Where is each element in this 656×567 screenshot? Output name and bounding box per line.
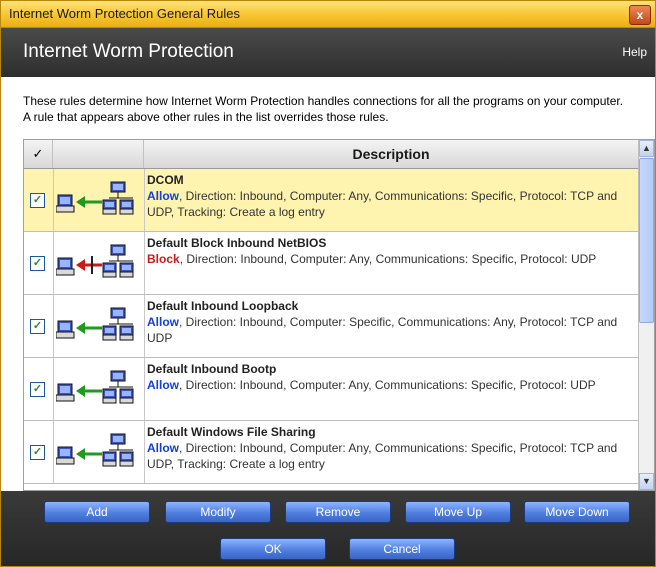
rule-name: Default Block Inbound NetBIOS [147, 236, 327, 250]
rule-details: , Direction: Inbound, Computer: Any, Com… [147, 189, 618, 219]
rule-description: DCOM Allow, Direction: Inbound, Computer… [147, 172, 635, 220]
rule-name: Default Inbound Bootp [147, 362, 277, 376]
rule-enabled-checkbox[interactable]: ✓ [30, 193, 45, 208]
table-header: ✓ Description [24, 140, 638, 169]
rule-action: Allow [147, 315, 179, 329]
rule-enabled-checkbox[interactable]: ✓ [30, 382, 45, 397]
remove-button[interactable]: Remove [285, 501, 391, 523]
table-row[interactable]: ✓ [24, 421, 638, 484]
close-button[interactable]: x [629, 5, 651, 25]
rules-list: ✓ DCOM Allow, Direction: Inbound, Comput… [24, 169, 638, 484]
allow-inbound-icon [53, 421, 145, 483]
rule-details: , Direction: Inbound, Computer: Any, Com… [179, 252, 597, 266]
scroll-down-arrow-icon[interactable]: ▼ [639, 473, 654, 490]
help-link[interactable]: Help [622, 45, 647, 59]
table-row[interactable]: ✓ [24, 295, 638, 358]
table-row[interactable]: ✓ [24, 358, 638, 421]
cancel-button[interactable]: Cancel [349, 538, 455, 560]
rule-description: Default Inbound Bootp Allow, Direction: … [147, 361, 635, 393]
vertical-scrollbar[interactable]: ▲ ▼ [638, 140, 654, 490]
scroll-up-arrow-icon[interactable]: ▲ [639, 140, 654, 157]
rule-action: Allow [147, 189, 179, 203]
modify-button[interactable]: Modify [165, 501, 271, 523]
add-button[interactable]: Add [44, 501, 150, 523]
move-up-button[interactable]: Move Up [405, 501, 511, 523]
rule-enabled-checkbox[interactable]: ✓ [30, 445, 45, 460]
rule-name: DCOM [147, 173, 184, 187]
rules-description: These rules determine how Internet Worm … [23, 94, 624, 124]
rule-enabled-checkbox[interactable]: ✓ [30, 319, 45, 334]
table-row[interactable]: ✓ [24, 232, 638, 295]
column-header-icon[interactable] [53, 140, 144, 168]
rule-enabled-checkbox[interactable]: ✓ [30, 256, 45, 271]
table-row[interactable]: ✓ [24, 169, 638, 232]
column-header-enabled[interactable]: ✓ [24, 140, 53, 168]
allow-inbound-icon [53, 169, 145, 231]
rule-details: , Direction: Inbound, Computer: Specific… [147, 315, 618, 345]
button-bar: Add Modify Remove Move Up Move Down OK C… [1, 491, 655, 566]
rules-table: ✓ Description ✓ DCOM Allow, Direction: I… [23, 139, 655, 491]
rule-name: Default Inbound Loopback [147, 299, 299, 313]
allow-inbound-icon [53, 295, 145, 357]
rule-description: Default Block Inbound NetBIOS Block, Dir… [147, 235, 635, 267]
allow-inbound-icon [53, 358, 145, 420]
window-title: Internet Worm Protection General Rules [9, 6, 240, 21]
ok-button[interactable]: OK [220, 538, 326, 560]
move-down-button[interactable]: Move Down [524, 501, 630, 523]
block-inbound-icon [53, 232, 145, 294]
rule-details: , Direction: Inbound, Computer: Any, Com… [179, 378, 596, 392]
rules-dialog: Internet Worm Protection General Rules x… [0, 0, 656, 567]
column-header-description[interactable]: Description [144, 140, 638, 168]
rule-description: Default Windows File Sharing Allow, Dire… [147, 424, 635, 472]
rule-details: , Direction: Inbound, Computer: Any, Com… [147, 441, 618, 471]
scroll-thumb[interactable] [639, 158, 654, 323]
rule-name: Default Windows File Sharing [147, 425, 316, 439]
rule-action: Allow [147, 378, 179, 392]
rule-action: Block [147, 252, 180, 266]
title-bar[interactable]: Internet Worm Protection General Rules x [1, 1, 655, 28]
page-title: Internet Worm Protection [23, 41, 234, 62]
rule-action: Allow [147, 441, 179, 455]
header-band: Internet Worm Protection Help [1, 28, 655, 77]
rule-description: Default Inbound Loopback Allow, Directio… [147, 298, 635, 346]
